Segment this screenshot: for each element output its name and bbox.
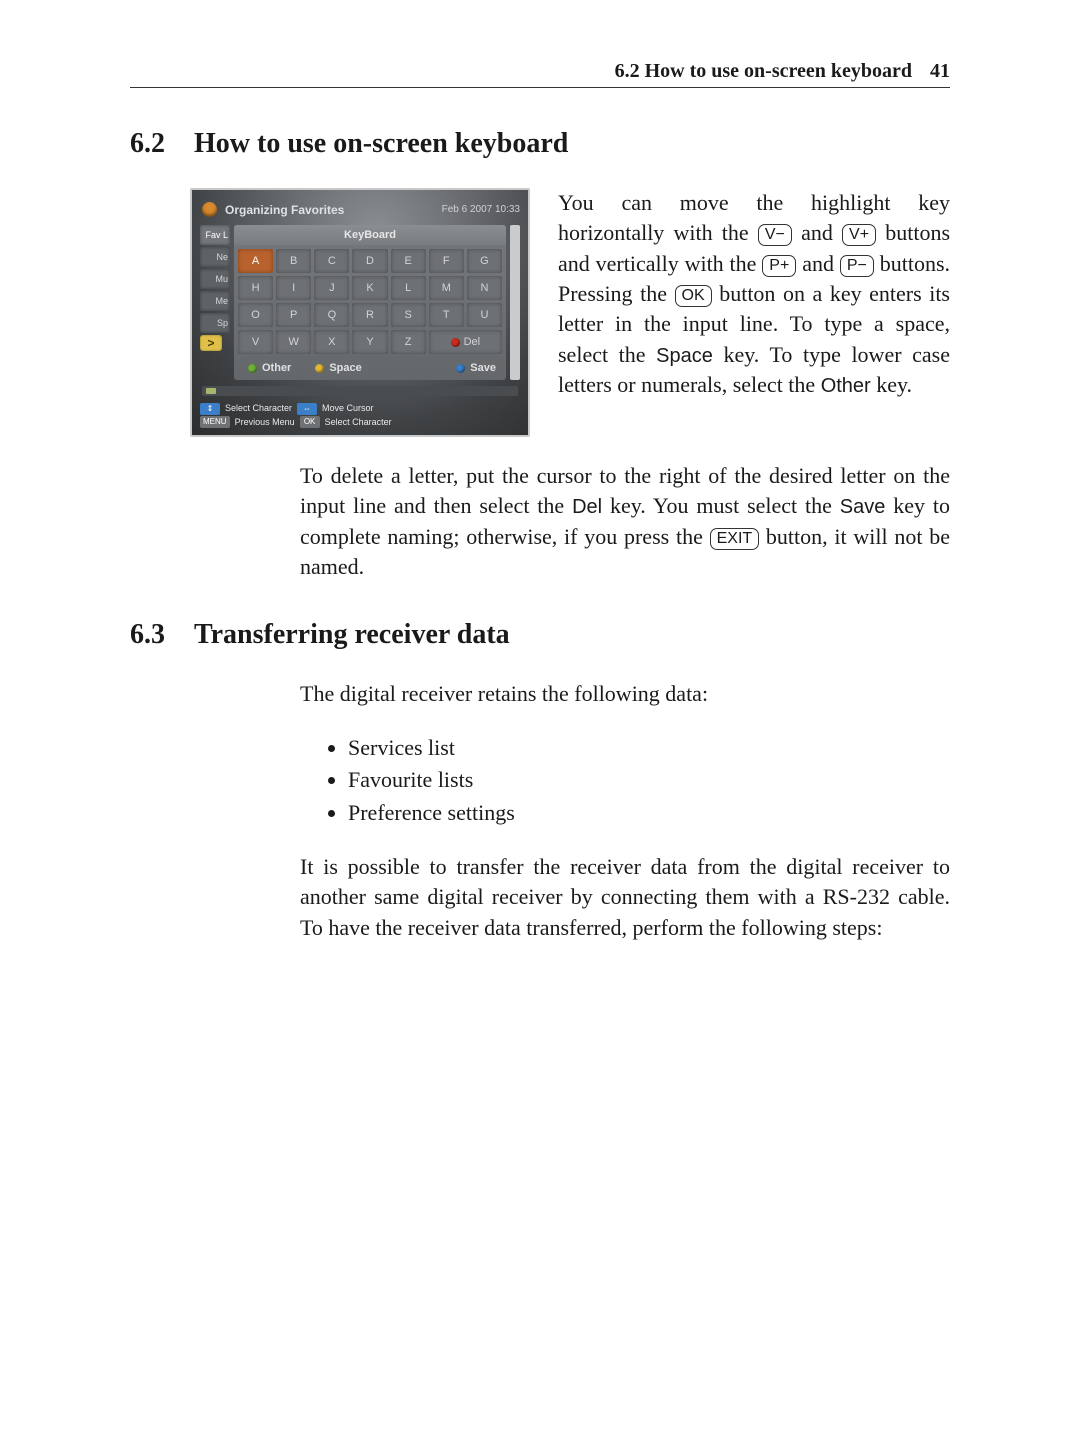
side-tab: Ne: [200, 247, 230, 267]
ui-save-word: Save: [840, 496, 886, 518]
section-title: How to use on-screen keyboard: [194, 128, 568, 160]
p-retains: The digital receiver retains the followi…: [300, 679, 950, 709]
kb-key: Y: [352, 330, 387, 354]
updown-chip-icon: ⇕: [200, 403, 220, 415]
kb-key: U: [467, 303, 502, 327]
yellow-dot-icon: [315, 364, 324, 373]
kb-key: R: [352, 303, 387, 327]
receiver-data-list: Services list Favourite lists Preference…: [300, 733, 950, 828]
ok-chip: OK: [300, 416, 320, 428]
kb-key: O: [238, 303, 273, 327]
kb-key: Q: [314, 303, 349, 327]
other-action: Other: [248, 362, 291, 374]
key-v-plus: V+: [842, 224, 876, 246]
device-hints: ⇕ Select Character ⇔ Move Cursor MENU Pr…: [200, 402, 520, 429]
keyboard-grid: A B C D E F G H I J K L M N O: [234, 245, 506, 358]
device-date: Feb 6 2007 10:33: [442, 204, 520, 215]
kb-key: I: [276, 276, 311, 300]
save-action: Save: [456, 362, 496, 374]
list-item: Favourite lists: [348, 765, 950, 795]
kb-key: T: [429, 303, 464, 327]
text: and: [802, 251, 840, 276]
kb-key: L: [391, 276, 426, 300]
hint-prev-menu: Previous Menu: [235, 416, 295, 430]
key-exit: EXIT: [710, 528, 760, 550]
section-number: 6.2: [130, 128, 194, 160]
side-tab: Mu: [200, 269, 230, 289]
blue-dot-icon: [456, 364, 465, 373]
key-p-minus: P−: [840, 255, 874, 277]
device-slider: [202, 386, 518, 396]
kb-key: D: [352, 249, 387, 273]
side-tab: Me: [200, 291, 230, 311]
section-6-3-heading: 6.3 Transferring receiver data: [130, 619, 950, 651]
keyboard-panel: KeyBoard A B C D E F G H I J K L: [234, 225, 506, 380]
kb-key: Z: [391, 330, 426, 354]
device-title: Organizing Favorites: [225, 203, 344, 217]
text: key.: [876, 372, 912, 397]
kb-key: A: [238, 249, 273, 273]
text: key. You must select the: [610, 493, 840, 518]
kb-key: H: [238, 276, 273, 300]
key-v-minus: V−: [758, 224, 792, 246]
p-transfer: It is possible to transfer the receiver …: [300, 852, 950, 943]
onscreen-keyboard-figure: Organizing Favorites Feb 6 2007 10:33 Fa…: [190, 188, 530, 437]
section-6-2-right-paragraph: You can move the highlight key horizonta…: [558, 188, 950, 437]
running-header: 6.2 How to use on-screen keyboard 41: [130, 60, 950, 88]
side-arrow-icon: >: [200, 335, 222, 351]
list-item: Services list: [348, 733, 950, 763]
list-item: Preference settings: [348, 798, 950, 828]
kb-key: P: [276, 303, 311, 327]
section-title: Transferring receiver data: [194, 619, 510, 651]
kb-key: C: [314, 249, 349, 273]
kb-key: W: [276, 330, 311, 354]
section-6-3-body: The digital receiver retains the followi…: [300, 679, 950, 944]
ui-space-word: Space: [656, 345, 713, 367]
key-ok: OK: [675, 285, 712, 307]
text: and: [801, 220, 842, 245]
green-dot-icon: [248, 364, 257, 373]
key-p-plus: P+: [762, 255, 796, 277]
hint-move-cursor: Move Cursor: [322, 402, 374, 416]
save-label: Save: [470, 362, 496, 374]
kb-key: X: [314, 330, 349, 354]
kb-del-label: Del: [464, 336, 481, 348]
side-tab: Sp: [200, 313, 230, 333]
kb-key: G: [467, 249, 502, 273]
kb-key: B: [276, 249, 311, 273]
section-number: 6.3: [130, 619, 194, 651]
kb-key: E: [391, 249, 426, 273]
space-action: Space: [315, 362, 361, 374]
device-logo-icon: [202, 202, 217, 217]
kb-key: N: [467, 276, 502, 300]
keyboard-action-row: Other Space Save: [234, 358, 506, 376]
section-6-2-heading: 6.2 How to use on-screen keyboard: [130, 128, 950, 160]
space-label: Space: [329, 362, 361, 374]
device-right-strip: [510, 225, 520, 380]
ui-del-word: Del: [572, 496, 602, 518]
section-6-2-below-paragraph: To delete a letter, put the cursor to th…: [300, 461, 950, 583]
side-tab: Fav L: [200, 225, 230, 245]
device-titlebar: Organizing Favorites Feb 6 2007 10:33: [202, 202, 520, 217]
other-label: Other: [262, 362, 291, 374]
document-page: 6.2 How to use on-screen keyboard 41 6.2…: [0, 0, 1080, 1439]
kb-key: S: [391, 303, 426, 327]
header-page-number: 41: [930, 60, 950, 83]
red-dot-icon: [451, 338, 460, 347]
hint-select-char: Select Character: [225, 402, 292, 416]
ui-other-word: Other: [821, 375, 871, 397]
hint-select-char2: Select Character: [325, 416, 392, 430]
kb-key: F: [429, 249, 464, 273]
kb-key: M: [429, 276, 464, 300]
kb-key: J: [314, 276, 349, 300]
leftright-chip-icon: ⇔: [297, 403, 317, 415]
keyboard-header: KeyBoard: [234, 225, 506, 245]
device-side-tabs: Fav L Ne Mu Me Sp >: [200, 225, 230, 380]
kb-del-key: Del: [429, 330, 502, 354]
kb-key: K: [352, 276, 387, 300]
kb-key: V: [238, 330, 273, 354]
header-section-label: 6.2 How to use on-screen keyboard: [615, 60, 912, 83]
menu-chip: MENU: [200, 416, 230, 428]
